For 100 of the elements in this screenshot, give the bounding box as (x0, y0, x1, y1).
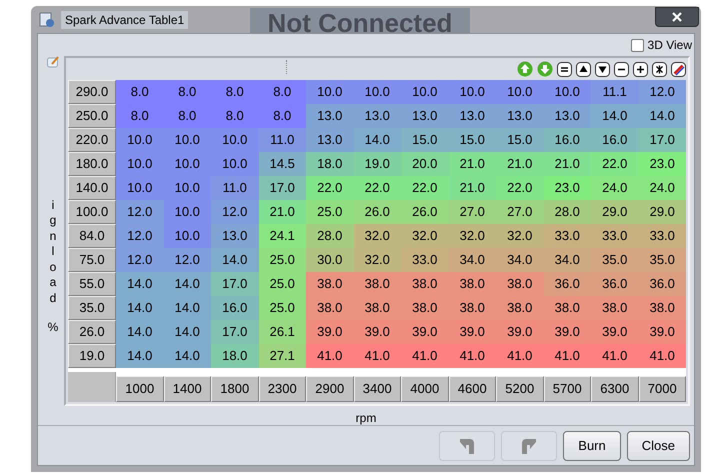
table-cell[interactable]: 12.0 (116, 248, 164, 272)
table-cell[interactable]: 21.0 (544, 152, 591, 176)
table-cell[interactable]: 10.0 (544, 80, 591, 104)
table-cell[interactable]: 35.0 (638, 248, 686, 272)
table-cell[interactable]: 38.0 (544, 296, 591, 320)
table-cell[interactable]: 32.0 (496, 224, 544, 248)
table-cell[interactable]: 36.0 (638, 272, 686, 296)
dialog-button[interactable]: Burn (563, 430, 621, 460)
table-cell[interactable]: 13.0 (496, 104, 544, 128)
table-cell[interactable]: 15.0 (401, 128, 448, 152)
table-cell[interactable]: 17.0 (211, 272, 258, 296)
table-cell[interactable]: 17.0 (211, 320, 258, 344)
increase-icon[interactable] (576, 62, 591, 76)
table-cell[interactable]: 14.0 (116, 296, 164, 320)
table-cell[interactable]: 10.0 (164, 200, 211, 224)
pencil-icon[interactable] (671, 62, 686, 76)
table-cell[interactable]: 24.1 (258, 224, 306, 248)
table-cell[interactable]: 38.0 (638, 296, 686, 320)
table-cell[interactable]: 10.0 (116, 152, 164, 176)
table-cell[interactable]: 13.0 (354, 104, 401, 128)
table-cell[interactable]: 15.0 (496, 128, 544, 152)
table-cell[interactable]: 33.0 (544, 224, 591, 248)
table-cell[interactable]: 38.0 (354, 296, 401, 320)
table-cell[interactable]: 23.0 (638, 152, 686, 176)
table-cell[interactable]: 38.0 (496, 272, 544, 296)
table-cell[interactable]: 26.1 (258, 320, 306, 344)
table-cell[interactable]: 34.0 (448, 248, 496, 272)
table-cell[interactable]: 14.0 (164, 296, 211, 320)
table-cell[interactable]: 8.0 (116, 80, 164, 104)
table-cell[interactable]: 26.0 (354, 200, 401, 224)
table-cell[interactable]: 14.0 (591, 104, 638, 128)
table-cell[interactable]: 35.0 (591, 248, 638, 272)
table-cell[interactable]: 22.0 (354, 176, 401, 200)
table-cell[interactable]: 10.0 (401, 80, 448, 104)
table-cell[interactable]: 39.0 (354, 320, 401, 344)
table-cell[interactable]: 10.0 (354, 80, 401, 104)
table-cell[interactable]: 21.0 (258, 200, 306, 224)
table-cell[interactable]: 25.0 (258, 296, 306, 320)
table-cell[interactable]: 25.0 (258, 248, 306, 272)
table-cell[interactable]: 16.0 (211, 296, 258, 320)
table-cell[interactable]: 39.0 (544, 320, 591, 344)
table-cell[interactable]: 33.0 (591, 224, 638, 248)
table-cell[interactable]: 33.0 (638, 224, 686, 248)
table-cell[interactable]: 10.0 (164, 152, 211, 176)
table-cell[interactable]: 41.0 (448, 344, 496, 368)
table-cell[interactable]: 34.0 (496, 248, 544, 272)
table-cell[interactable]: 39.0 (638, 320, 686, 344)
table-cell[interactable]: 39.0 (591, 320, 638, 344)
table-cell[interactable]: 41.0 (591, 344, 638, 368)
table-cell[interactable]: 14.0 (638, 104, 686, 128)
table-cell[interactable]: 25.0 (258, 272, 306, 296)
table-cell[interactable]: 10.0 (116, 128, 164, 152)
table-cell[interactable]: 22.0 (306, 176, 354, 200)
table-cell[interactable]: 13.0 (448, 104, 496, 128)
table-cell[interactable]: 22.0 (591, 152, 638, 176)
table-cell[interactable]: 39.0 (306, 320, 354, 344)
table-cell[interactable]: 21.0 (448, 152, 496, 176)
table-cell[interactable]: 11.0 (258, 128, 306, 152)
table-cell[interactable]: 13.0 (544, 104, 591, 128)
multiply-icon[interactable] (652, 62, 667, 76)
table-cell[interactable]: 14.0 (164, 344, 211, 368)
equals-icon[interactable] (557, 62, 572, 76)
table-cell[interactable]: 10.0 (306, 80, 354, 104)
table-cell[interactable]: 17.0 (638, 128, 686, 152)
table-cell[interactable]: 38.0 (354, 272, 401, 296)
table-cell[interactable]: 29.0 (638, 200, 686, 224)
table-cell[interactable]: 21.0 (448, 176, 496, 200)
table-cell[interactable]: 14.0 (211, 248, 258, 272)
table-cell[interactable]: 10.0 (496, 80, 544, 104)
table-cell[interactable]: 25.0 (306, 200, 354, 224)
table-cell[interactable]: 18.0 (306, 152, 354, 176)
table-cell[interactable]: 13.0 (306, 104, 354, 128)
table-cell[interactable]: 39.0 (496, 320, 544, 344)
table-cell[interactable]: 26.0 (401, 200, 448, 224)
table-cell[interactable]: 10.0 (164, 176, 211, 200)
table-cell[interactable]: 10.0 (116, 176, 164, 200)
table-cell[interactable]: 12.0 (164, 248, 211, 272)
table-cell[interactable]: 8.0 (211, 104, 258, 128)
table-cell[interactable]: 29.0 (591, 200, 638, 224)
table-cell[interactable]: 38.0 (306, 272, 354, 296)
table-cell[interactable]: 8.0 (116, 104, 164, 128)
table-cell[interactable]: 28.0 (306, 224, 354, 248)
table-cell[interactable]: 36.0 (544, 272, 591, 296)
table-cell[interactable]: 38.0 (401, 272, 448, 296)
table-cell[interactable]: 21.0 (496, 152, 544, 176)
table-cell[interactable]: 18.0 (211, 344, 258, 368)
table-cell[interactable]: 8.0 (211, 80, 258, 104)
table-cell[interactable]: 12.0 (116, 200, 164, 224)
table-cell[interactable]: 32.0 (354, 248, 401, 272)
table-cell[interactable]: 14.0 (164, 272, 211, 296)
table-cell[interactable]: 14.0 (164, 320, 211, 344)
table-cell[interactable]: 41.0 (544, 344, 591, 368)
table-cell[interactable]: 41.0 (401, 344, 448, 368)
edit-icon[interactable] (46, 56, 60, 68)
minus-icon[interactable] (614, 62, 629, 76)
table-cell[interactable]: 28.0 (544, 200, 591, 224)
table-cell[interactable]: 38.0 (306, 296, 354, 320)
table-cell[interactable]: 39.0 (401, 320, 448, 344)
table-cell[interactable]: 14.5 (258, 152, 306, 176)
table-cell[interactable]: 11.0 (211, 176, 258, 200)
